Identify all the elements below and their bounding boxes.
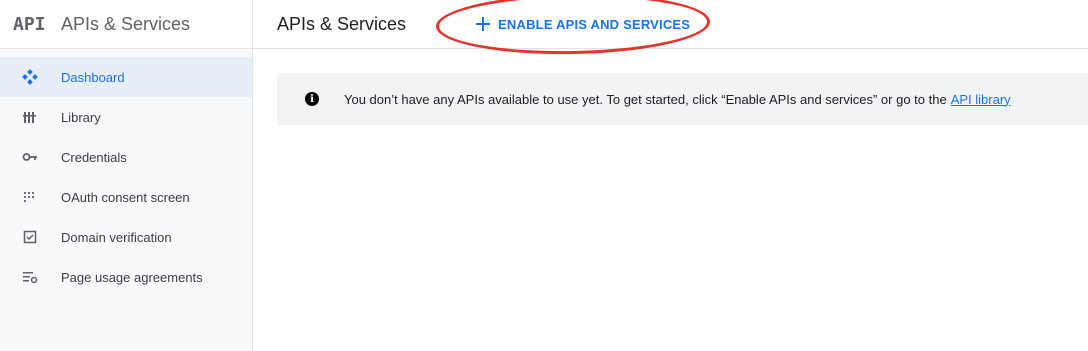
sidebar-item-library[interactable]: Library xyxy=(0,97,252,137)
sidebar: API APIs & Services Dashboard Library Cr… xyxy=(0,0,253,351)
sidebar-item-credentials[interactable]: Credentials xyxy=(0,137,252,177)
dashboard-icon xyxy=(22,69,38,85)
settings-list-icon xyxy=(22,269,38,285)
sidebar-item-oauth-consent[interactable]: OAuth consent screen xyxy=(0,177,252,217)
product-title: APIs & Services xyxy=(61,13,191,34)
info-icon: i xyxy=(305,92,319,106)
sidebar-item-label: Page usage agreements xyxy=(61,269,203,285)
no-apis-notice: i You don’t have any APIs available to u… xyxy=(277,73,1088,125)
sidebar-item-domain-verification[interactable]: Domain verification xyxy=(0,217,252,257)
oauth-icon xyxy=(22,189,38,205)
sidebar-item-page-usage-agreements[interactable]: Page usage agreements xyxy=(0,257,252,297)
notice-text: You don’t have any APIs available to use… xyxy=(344,91,947,107)
sidebar-item-label: Credentials xyxy=(61,149,127,165)
sidebar-item-dashboard[interactable]: Dashboard xyxy=(0,57,252,97)
api-logo: API xyxy=(13,13,46,35)
sidebar-nav: Dashboard Library Credentials OAuth cons… xyxy=(0,57,252,297)
sidebar-header: API APIs & Services xyxy=(0,0,252,49)
enable-apis-label: ENABLE APIS AND SERVICES xyxy=(498,16,691,32)
sidebar-item-label: Domain verification xyxy=(61,229,172,245)
sidebar-item-label: Dashboard xyxy=(61,69,125,85)
enable-apis-button[interactable]: ENABLE APIS AND SERVICES xyxy=(435,0,711,57)
sidebar-item-label: Library xyxy=(61,109,101,125)
main-content: APIs & Services ENABLE APIS AND SERVICES… xyxy=(253,0,1088,351)
plus-icon xyxy=(476,13,491,35)
sidebar-item-label: OAuth consent screen xyxy=(61,189,190,205)
api-library-link[interactable]: API library xyxy=(951,92,1011,107)
page-header: APIs & Services ENABLE APIS AND SERVICES xyxy=(253,0,1088,57)
key-icon xyxy=(22,149,38,165)
page-title: APIs & Services xyxy=(277,13,407,34)
checkbox-icon xyxy=(22,229,38,245)
library-icon xyxy=(22,109,38,125)
